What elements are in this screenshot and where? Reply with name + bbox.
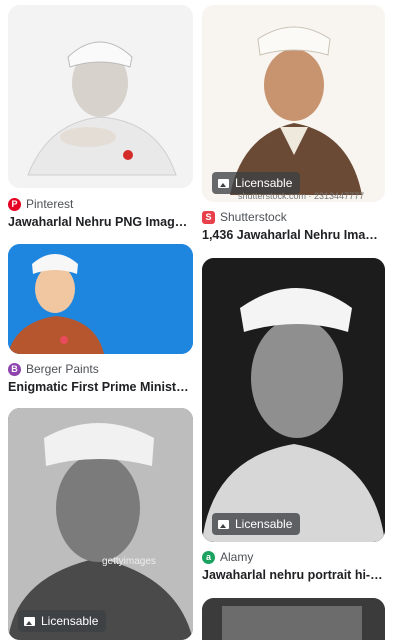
result-image[interactable] xyxy=(8,5,193,188)
berger-paints-icon: B xyxy=(8,362,21,376)
result-source-label: Berger Paints xyxy=(26,362,99,376)
result-title[interactable]: 1,436 Jawaharlal Nehru Image... xyxy=(202,228,384,242)
badge-label: Licensable xyxy=(235,176,293,190)
alamy-icon: a xyxy=(202,550,215,564)
nehru-close-photo-image xyxy=(8,408,193,640)
image-icon xyxy=(218,178,229,188)
image-icon xyxy=(218,519,229,529)
licensable-badge[interactable]: Licensable xyxy=(18,610,107,632)
partial-photo-image xyxy=(202,598,385,640)
shutterstock-icon: S xyxy=(202,210,215,224)
result-source-label: Shutterstock xyxy=(220,210,287,224)
result-title[interactable]: Enigmatic First Prime Minister ... xyxy=(8,380,192,394)
pinterest-icon: P xyxy=(8,197,21,211)
licensable-badge[interactable]: Licensable xyxy=(212,513,301,535)
result-title[interactable]: Jawaharlal nehru portrait hi-re... xyxy=(202,568,384,582)
nehru-portrait-image xyxy=(8,5,193,188)
image-icon xyxy=(24,616,35,626)
result-source[interactable]: P Pinterest xyxy=(8,197,73,211)
badge-label: Licensable xyxy=(235,517,293,531)
result-image[interactable] xyxy=(8,408,193,640)
result-source[interactable]: B Berger Paints xyxy=(8,362,99,376)
watermark-text: gettyimages xyxy=(102,556,156,567)
result-image[interactable] xyxy=(202,258,385,542)
result-source[interactable]: S Shutterstock xyxy=(202,210,287,224)
result-title[interactable]: Jawaharlal Nehru PNG Images ... xyxy=(8,215,192,229)
watermark-text: shutterstock.com · 2313447777 xyxy=(238,191,365,201)
result-image[interactable] xyxy=(202,598,385,640)
result-source[interactable]: a Alamy xyxy=(202,550,253,564)
nehru-illustration-image xyxy=(8,244,193,354)
result-image[interactable] xyxy=(8,244,193,354)
result-source-label: Alamy xyxy=(220,550,254,564)
badge-label: Licensable xyxy=(41,614,99,628)
result-source-label: Pinterest xyxy=(26,197,74,211)
nehru-photo-image xyxy=(202,258,385,542)
